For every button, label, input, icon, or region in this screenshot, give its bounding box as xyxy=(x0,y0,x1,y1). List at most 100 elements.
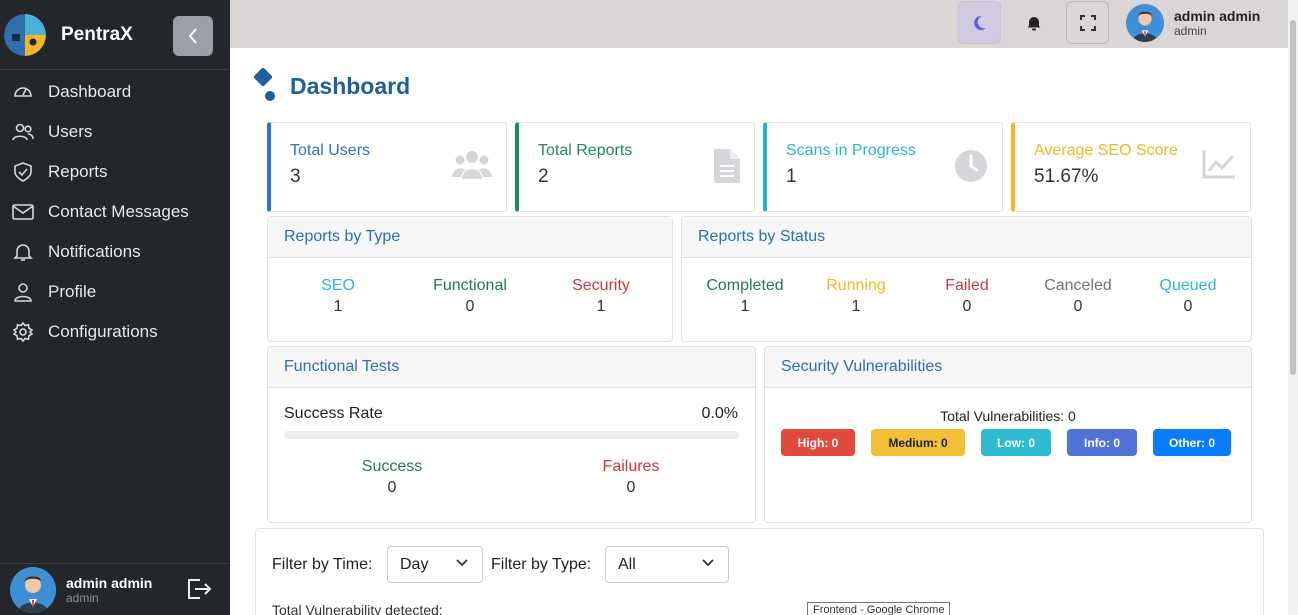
stat-card-total-reports: Total Reports 2 xyxy=(515,122,755,212)
status-completed: Completed 1 xyxy=(700,277,790,316)
status-value: 0 xyxy=(1073,298,1083,315)
sidebar-item-label: Users xyxy=(48,122,93,141)
sidebar: PentraX Dashboard Users Reports Contact … xyxy=(0,0,230,615)
total-vulnerabilities: Total Vulnerabilities: 0 xyxy=(940,408,1076,424)
stat-card-average-seo-score: Average SEO Score 51.67% xyxy=(1011,122,1251,212)
notifications-button[interactable] xyxy=(1012,1,1055,44)
severity-badges: High: 0 Medium: 0 Low: 0 Info: 0 Other: … xyxy=(781,429,1247,456)
sidebar-item-profile[interactable]: Profile xyxy=(0,272,230,312)
sidebar-user-info: admin admin admin xyxy=(66,575,152,605)
stat-card-total-users: Total Users 3 xyxy=(267,122,507,212)
report-type-value: 1 xyxy=(333,298,343,315)
failures-label: Failures xyxy=(602,458,660,475)
success-rate-row: Success Rate 0.0% xyxy=(284,405,738,423)
stat-card-scans-in-progress: Scans in Progress 1 xyxy=(763,122,1003,212)
report-type-label: Security xyxy=(572,277,630,294)
report-type-functional: Functional 0 xyxy=(420,277,520,316)
report-type-label: SEO xyxy=(321,277,355,294)
success-rate-progress xyxy=(284,431,739,439)
scrollbar-thumb[interactable] xyxy=(1290,20,1296,375)
top-user-role: admin xyxy=(1174,24,1207,38)
pentrax-logo xyxy=(4,13,46,56)
total-vulnerability-label: Total Vulnerability detected: xyxy=(272,602,443,615)
topbar: admin admin admin xyxy=(230,0,1288,48)
user-icon xyxy=(12,281,34,303)
sidebar-item-label: Dashboard xyxy=(48,82,132,101)
badge-high: High: 0 xyxy=(781,429,855,456)
status-label: Queued xyxy=(1159,277,1217,294)
reports-by-status-card: Reports by Status Completed 1 Running 1 … xyxy=(681,216,1252,342)
sidebar-item-label: Reports xyxy=(48,162,108,181)
status-canceled: Canceled 0 xyxy=(1033,277,1123,316)
chevron-down-icon xyxy=(456,559,468,567)
time-filter-label: Filter by Time: xyxy=(272,556,373,573)
brand-name: PentraX xyxy=(61,23,133,45)
fullscreen-button[interactable] xyxy=(1066,1,1109,44)
status-label: Canceled xyxy=(1044,277,1112,294)
sidebar-item-configurations[interactable]: Configurations xyxy=(0,312,230,352)
user-menu[interactable]: admin admin admin xyxy=(1126,4,1260,42)
status-label: Running xyxy=(826,277,886,294)
bell-icon xyxy=(12,241,34,263)
reports-by-type-card: Reports by Type SEO 1 Functional 0 Secur… xyxy=(267,216,673,342)
type-filter-value: All xyxy=(618,556,636,573)
badge-low: Low: 0 xyxy=(981,429,1051,456)
chevron-left-icon xyxy=(188,28,197,44)
card-title: Functional Tests xyxy=(268,347,755,388)
bell-icon xyxy=(1027,16,1040,30)
top-user-name: admin admin xyxy=(1174,8,1261,24)
theme-toggle-button[interactable] xyxy=(958,1,1001,44)
main-content: Dashboard Total Users 3 Total Reports 2 … xyxy=(230,48,1288,615)
badge-medium: Medium: 0 xyxy=(871,429,965,456)
success-value: 0 xyxy=(387,479,397,496)
stat-label: Total Users xyxy=(290,142,371,159)
sidebar-item-label: Contact Messages xyxy=(48,202,189,221)
fullscreen-icon xyxy=(1079,14,1096,31)
sidebar-item-label: Configurations xyxy=(48,322,158,341)
card-title: Reports by Type xyxy=(268,217,672,258)
status-value: 1 xyxy=(851,298,861,315)
report-type-label: Functional xyxy=(433,277,507,294)
type-filter-label: Filter by Type: xyxy=(491,556,592,573)
stat-label: Average SEO Score xyxy=(1034,142,1178,159)
status-running: Running 1 xyxy=(811,277,901,316)
clock-icon xyxy=(954,149,988,188)
status-failed: Failed 0 xyxy=(922,277,1012,316)
sidebar-item-dashboard[interactable]: Dashboard xyxy=(0,72,230,112)
card-title: Reports by Status xyxy=(682,217,1251,258)
report-type-value: 0 xyxy=(465,298,475,315)
time-filter-value: Day xyxy=(400,556,429,573)
sidebar-item-reports[interactable]: Reports xyxy=(0,152,230,192)
sidebar-user-name: admin admin xyxy=(66,574,153,591)
sidebar-item-label: Notifications xyxy=(48,242,141,261)
stat-label: Total Reports xyxy=(538,142,633,159)
sidebar-item-notifications[interactable]: Notifications xyxy=(0,232,230,272)
stat-value: 1 xyxy=(786,166,797,187)
users-icon xyxy=(12,121,34,143)
shield-icon xyxy=(12,161,34,183)
sidebar-user: admin admin admin xyxy=(0,563,230,615)
sidebar-item-label: Profile xyxy=(48,282,97,301)
stat-value: 2 xyxy=(538,166,549,187)
page-scrollbar[interactable] xyxy=(1288,0,1298,615)
status-label: Failed xyxy=(945,277,989,294)
stat-value: 51.67% xyxy=(1034,166,1099,187)
report-type-security: Security 1 xyxy=(556,277,646,316)
moon-icon xyxy=(973,15,986,30)
report-type-seo: SEO 1 xyxy=(298,277,378,316)
avatar[interactable] xyxy=(10,566,56,613)
sidebar-item-users[interactable]: Users xyxy=(0,112,230,152)
type-filter-select[interactable]: All xyxy=(605,546,729,583)
status-queued: Queued 0 xyxy=(1143,277,1233,316)
logout-icon[interactable] xyxy=(186,577,212,606)
success-count: Success 0 xyxy=(342,458,442,497)
sidebar-item-contact-messages[interactable]: Contact Messages xyxy=(0,192,230,232)
stat-label: Scans in Progress xyxy=(786,142,916,159)
failures-count: Failures 0 xyxy=(581,458,681,497)
time-filter-select[interactable]: Day xyxy=(387,546,483,583)
dashboard-icon xyxy=(12,81,34,103)
window-tooltip: Frontend - Google Chrome xyxy=(807,602,951,615)
sidebar-collapse-button[interactable] xyxy=(173,16,213,56)
sidebar-nav: Dashboard Users Reports Contact Messages… xyxy=(0,72,230,352)
success-label: Success xyxy=(361,458,423,475)
